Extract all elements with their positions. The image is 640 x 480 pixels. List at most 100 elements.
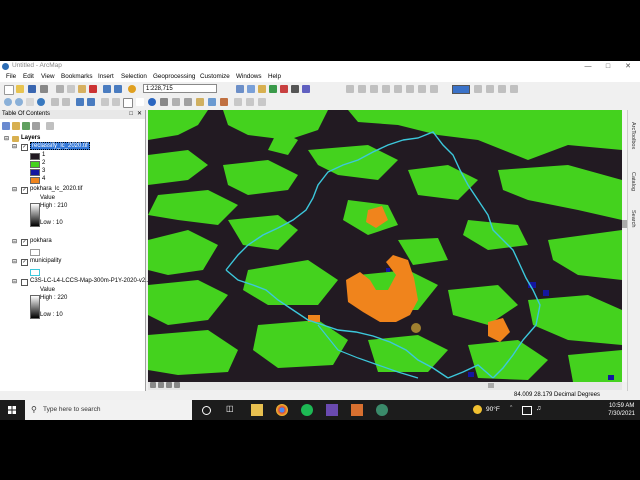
pause-drawing-icon[interactable]	[174, 382, 180, 388]
list-by-source-icon[interactable]	[12, 122, 20, 130]
taskbar-search-box[interactable]: ⚲ Type here to search	[25, 400, 192, 420]
reclass-collapse-icon[interactable]: ⊟	[12, 143, 17, 150]
menu-help[interactable]: Help	[268, 73, 281, 80]
pin-icon[interactable]: □	[129, 110, 133, 119]
slack-icon[interactable]	[326, 404, 338, 416]
menu-bookmarks[interactable]: Bookmarks	[61, 73, 93, 80]
select-features-icon[interactable]	[101, 98, 109, 106]
file-explorer-icon[interactable]	[251, 404, 263, 416]
menu-geoprocessing[interactable]: Geoprocessing	[153, 73, 195, 80]
georef-tool-8-icon[interactable]	[430, 85, 438, 93]
chrome-icon[interactable]	[276, 404, 288, 416]
arctoolbox-icon[interactable]	[280, 85, 288, 93]
dock-tab-search[interactable]: Search	[630, 210, 636, 227]
reclass-layer-name[interactable]: reclassify_lc_2020.tif	[30, 142, 90, 150]
select-elements-icon[interactable]	[123, 98, 133, 108]
zoom-in-icon[interactable]	[4, 98, 12, 106]
arccatalog-taskbar-icon[interactable]	[376, 404, 388, 416]
python-icon[interactable]	[291, 85, 299, 93]
pokhara-lc-visibility-checkbox[interactable]: ✓	[21, 187, 28, 194]
c3s-collapse-icon[interactable]: ⊟	[12, 278, 17, 285]
weather-sun-icon[interactable]	[473, 405, 482, 414]
vertical-scrollbar[interactable]	[622, 110, 627, 382]
undo-icon[interactable]	[103, 85, 111, 93]
toc-close-icon[interactable]: ✕	[137, 110, 142, 119]
redo-icon[interactable]	[114, 85, 122, 93]
time-slider-icon[interactable]	[208, 98, 216, 106]
system-clock[interactable]: 10:59 AM 7/30/2021	[608, 402, 635, 418]
cortana-icon[interactable]	[202, 406, 211, 415]
list-by-selection-icon[interactable]	[32, 122, 40, 130]
delete-icon[interactable]	[89, 85, 97, 93]
paste-icon[interactable]	[78, 85, 86, 93]
search-window-icon[interactable]	[269, 85, 277, 93]
volume-icon[interactable]: ♫	[536, 405, 541, 412]
map-display[interactable]	[148, 110, 622, 382]
toc-icon[interactable]	[247, 85, 255, 93]
dock-tab-arctoolbox[interactable]: ArcToolbox	[630, 122, 636, 149]
tray-overflow-icon[interactable]: ˆ	[510, 406, 512, 413]
html-popup-icon[interactable]	[196, 98, 204, 106]
hyperlink-icon[interactable]	[184, 98, 192, 106]
c3s-visibility-checkbox[interactable]	[21, 279, 28, 286]
refresh-icon[interactable]	[166, 382, 172, 388]
georef-tool-7-icon[interactable]	[418, 85, 426, 93]
pan-icon[interactable]	[26, 98, 34, 106]
cut-icon[interactable]	[56, 85, 64, 93]
create-viewer-icon[interactable]	[220, 98, 228, 106]
municipality-collapse-icon[interactable]: ⊟	[12, 258, 17, 265]
catalog-icon[interactable]	[258, 85, 266, 93]
full-extent-icon[interactable]	[37, 98, 45, 106]
color-selector[interactable]	[452, 85, 470, 94]
layer-tool-icon[interactable]	[258, 98, 266, 106]
layout-view-icon[interactable]	[158, 382, 164, 388]
effects-tool-4-icon[interactable]	[510, 85, 518, 93]
add-data-icon[interactable]	[128, 85, 136, 93]
list-by-drawing-order-icon[interactable]	[2, 122, 10, 130]
pointer-icon[interactable]	[136, 98, 144, 106]
menu-edit[interactable]: Edit	[23, 73, 34, 80]
measure-icon[interactable]	[172, 98, 180, 106]
georef-tool-3-icon[interactable]	[370, 85, 378, 93]
pokhara-collapse-icon[interactable]: ⊟	[12, 238, 17, 245]
pokhara-lc-collapse-icon[interactable]: ⊟	[12, 186, 17, 193]
dock-tab-catalog[interactable]: Catalog	[630, 172, 636, 191]
pokhara-lc-layer-name[interactable]: pokhara_lc_2020.tif	[30, 186, 82, 192]
menu-selection[interactable]: Selection	[121, 73, 147, 80]
maximize-button[interactable]: □	[598, 61, 618, 72]
menu-insert[interactable]: Insert	[98, 73, 114, 80]
municipality-layer-name[interactable]: municipality	[30, 258, 61, 264]
horizontal-scrollbar-thumb[interactable]	[488, 383, 494, 388]
go-forward-icon[interactable]	[87, 98, 95, 106]
task-view-icon[interactable]: ◫	[226, 404, 238, 416]
menu-customize[interactable]: Customize	[200, 73, 230, 80]
save-icon[interactable]	[28, 85, 36, 93]
menu-view[interactable]: View	[41, 73, 55, 80]
georef-tool-2-icon[interactable]	[358, 85, 366, 93]
georef-tool-1-icon[interactable]	[346, 85, 354, 93]
find-icon[interactable]	[160, 98, 168, 106]
map-scale-dropdown[interactable]: 1:228,715	[143, 84, 217, 93]
modelbuilder-icon[interactable]	[302, 85, 310, 93]
zoom-out-icon[interactable]	[15, 98, 23, 106]
network-icon[interactable]	[522, 406, 532, 415]
effects-tool-1-icon[interactable]	[474, 85, 482, 93]
vertical-scrollbar-thumb[interactable]	[622, 220, 627, 228]
temperature-label[interactable]: 90°F	[486, 406, 500, 413]
copy-icon[interactable]	[67, 85, 75, 93]
spotify-icon[interactable]	[301, 404, 313, 416]
municipality-visibility-checkbox[interactable]: ✓	[21, 259, 28, 266]
data-view-icon[interactable]	[150, 382, 156, 388]
open-folder-icon[interactable]	[16, 85, 24, 93]
layers-collapse-icon[interactable]: ⊟	[4, 135, 9, 142]
swipe-icon[interactable]	[234, 98, 242, 106]
new-document-icon[interactable]	[4, 85, 14, 95]
effects-tool-3-icon[interactable]	[498, 85, 506, 93]
minimize-button[interactable]: —	[578, 61, 598, 72]
pokhara-layer-name[interactable]: pokhara	[30, 238, 52, 244]
go-back-icon[interactable]	[76, 98, 84, 106]
editor-toolbar-icon[interactable]	[236, 85, 244, 93]
layers-label[interactable]: Layers	[21, 135, 40, 141]
fixed-zoom-in-icon[interactable]	[51, 98, 59, 106]
identify-icon[interactable]	[148, 98, 156, 106]
